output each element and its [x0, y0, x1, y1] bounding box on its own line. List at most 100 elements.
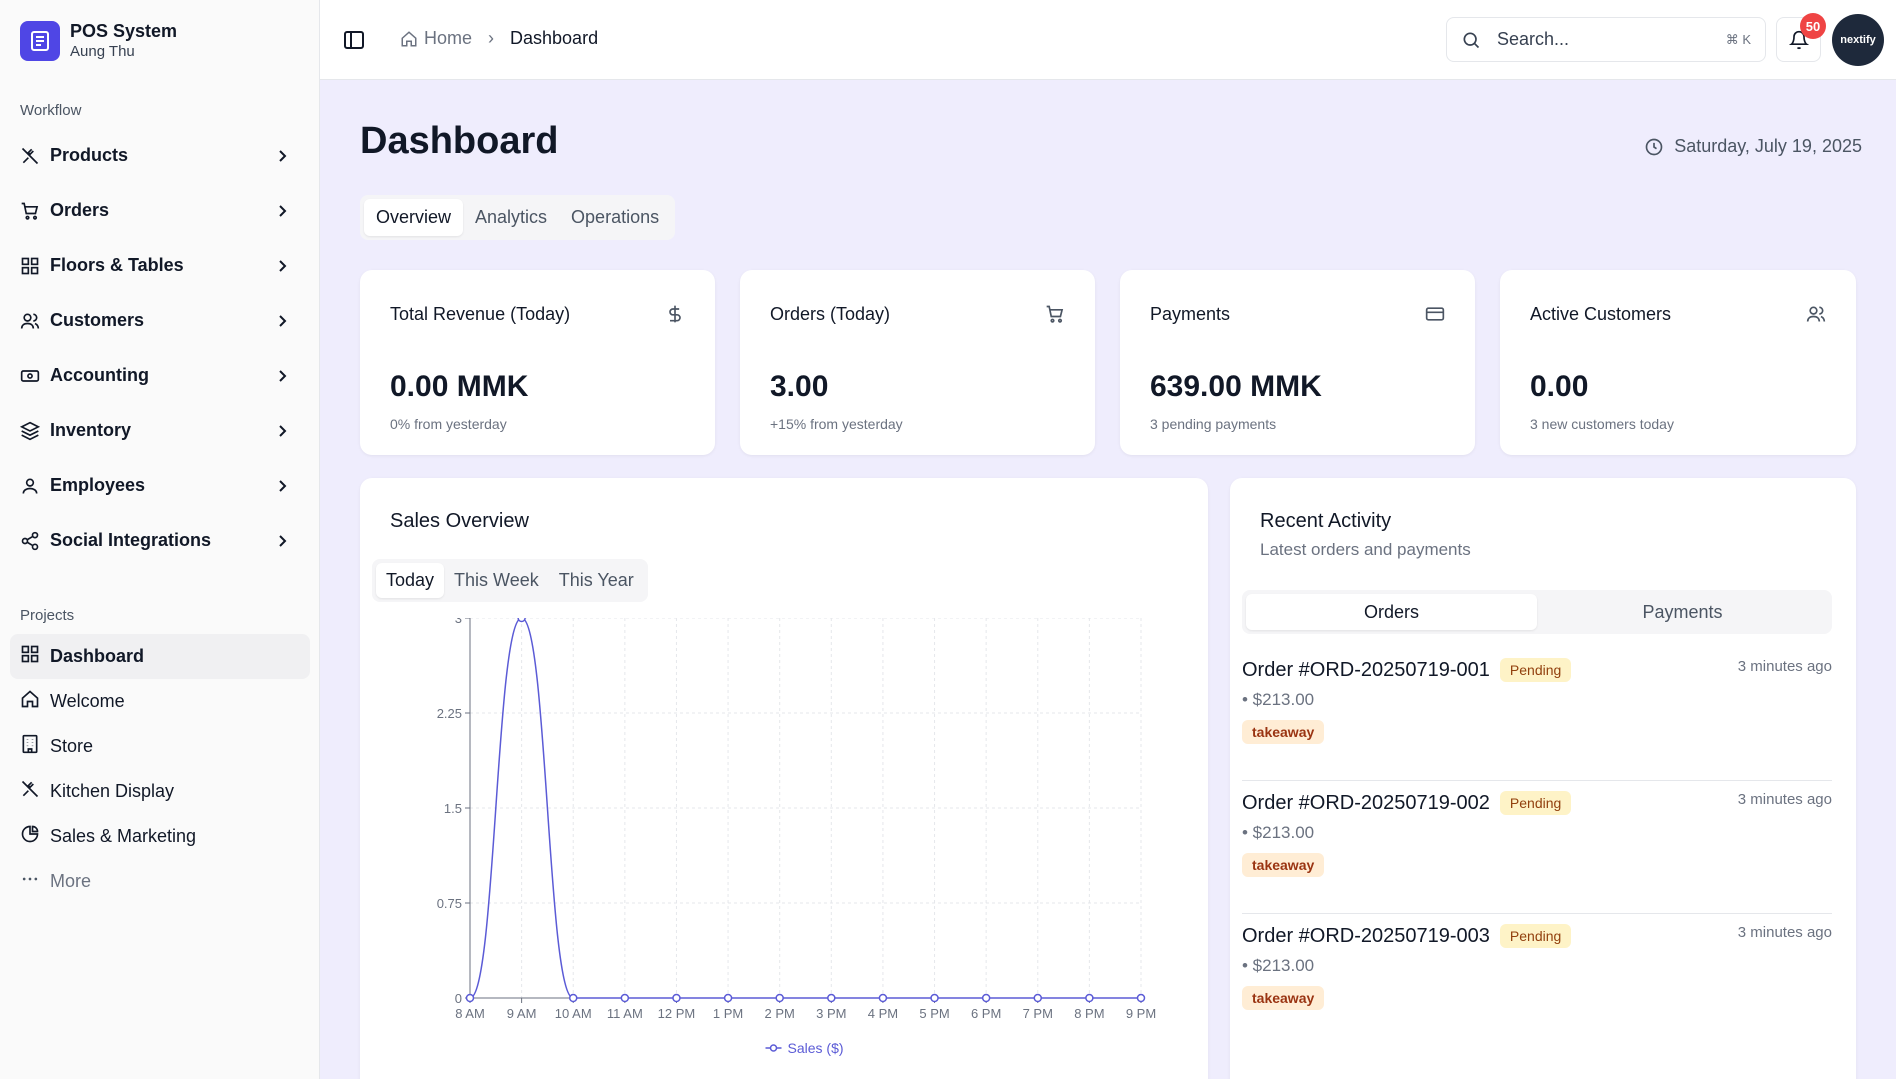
- sidebar-item-employees[interactable]: Employees: [10, 458, 310, 513]
- x-tick-label: 12 PM: [658, 1006, 696, 1021]
- dashboard-tabs: Overview Analytics Operations: [360, 195, 676, 240]
- data-point: [723, 993, 733, 1003]
- current-date: Saturday, July 19, 2025: [1644, 136, 1862, 157]
- sidebar-item-products[interactable]: Products: [10, 128, 310, 183]
- data-point: [620, 993, 630, 1003]
- list-item[interactable]: Order #ORD-20250719-003 Pending 3 minute…: [1242, 914, 1832, 1047]
- order-amount: • $213.00: [1242, 690, 1315, 709]
- y-tick-label: 1.5: [444, 801, 462, 816]
- sidebar-item-dashboard[interactable]: Dashboard: [10, 634, 310, 679]
- tab-overview[interactable]: Overview: [364, 199, 464, 236]
- data-point: [465, 993, 475, 1003]
- sidebar-toggle-icon[interactable]: [342, 28, 366, 52]
- recent-activity-card: Recent Activity Latest orders and paymen…: [1230, 478, 1856, 1079]
- stat-card-orders: Orders (Today) 3.00 +15% from yesterday: [740, 270, 1095, 455]
- sidebar-item-kitchen-display[interactable]: Kitchen Display: [10, 769, 310, 814]
- data-point: [775, 993, 784, 1003]
- sidebar-item-customers[interactable]: Customers: [10, 293, 310, 348]
- order-id: Order #ORD-20250719-001: [1242, 658, 1490, 681]
- sidebar-item-label: Accounting: [50, 365, 149, 385]
- stat-title: Active Customers: [1530, 304, 1672, 324]
- status-badge: Pending: [1499, 791, 1572, 815]
- tab-today[interactable]: Today: [376, 563, 445, 598]
- cart-icon: [1046, 305, 1064, 323]
- y-tick-label: 0: [455, 991, 462, 1006]
- search-icon: [1463, 32, 1480, 48]
- breadcrumb-home[interactable]: Home: [424, 28, 472, 49]
- stat-subtext: +15% from yesterday: [770, 416, 903, 432]
- avatar[interactable]: nextify: [1832, 14, 1884, 66]
- stat-value: 0.00 MMK: [390, 370, 529, 403]
- sales-chart: 0 0.75 1.5 2.25 3 8 AM 9 AM 10 AM 11 AM 12 PM 1 PM…: [437, 618, 1156, 1056]
- sidebar-item-sales-marketing[interactable]: Sales & Marketing: [10, 814, 310, 859]
- x-tick-label: 3 PM: [816, 1006, 846, 1021]
- data-point: [1136, 993, 1146, 1003]
- chevron-right-icon: [279, 149, 287, 162]
- data-point: [1085, 993, 1094, 1003]
- dollar-icon: [669, 305, 681, 323]
- tab-analytics[interactable]: Analytics: [463, 199, 559, 236]
- stat-title: Total Revenue (Today): [390, 304, 571, 324]
- chevron-right-icon: [279, 534, 287, 547]
- legend-marker: [769, 1044, 778, 1052]
- chevron-right-icon: [279, 479, 287, 492]
- list-item[interactable]: Order #ORD-20250719-002 Pending 3 minute…: [1242, 781, 1832, 914]
- chevron-right-icon: [279, 424, 287, 437]
- users-icon: [1806, 306, 1826, 322]
- stat-value: 3.00: [770, 370, 829, 403]
- chevron-right-icon: [279, 204, 287, 217]
- main-content: Dashboard Saturday, July 19, 2025 Overvi…: [320, 80, 1896, 1079]
- tab-this-year[interactable]: This Year: [549, 563, 644, 598]
- x-tick-label: 2 PM: [765, 1006, 795, 1021]
- sales-overview-card: Sales Overview Today This Week This Year…: [360, 478, 1208, 1079]
- home-icon: [20, 689, 40, 714]
- tab-payments[interactable]: Payments: [1537, 594, 1828, 630]
- sidebar-item-social-integrations[interactable]: Social Integrations: [10, 513, 310, 568]
- sidebar-item-more[interactable]: More: [10, 859, 310, 904]
- stat-title: Payments: [1150, 304, 1231, 324]
- layers-icon: [20, 421, 40, 441]
- x-tick-label: 1 PM: [713, 1006, 743, 1021]
- sidebar-item-floors-tables[interactable]: Floors & Tables: [10, 238, 310, 293]
- sidebar-item-label: Inventory: [50, 420, 132, 440]
- brand[interactable]: POS System Aung Thu: [20, 20, 177, 62]
- sales-overview-title: Sales Overview: [390, 510, 529, 532]
- order-amount: • $213.00: [1242, 823, 1315, 842]
- x-tick-label: 8 PM: [1074, 1006, 1104, 1021]
- stat-card-payments: Payments 639.00 MMK 3 pending payments: [1120, 270, 1475, 455]
- y-tick-label: 2.25: [437, 706, 462, 721]
- tab-this-week[interactable]: This Week: [444, 563, 549, 598]
- sidebar-item-label: Floors & Tables: [50, 255, 184, 275]
- chevron-right-icon: [279, 259, 287, 272]
- list-item[interactable]: Order #ORD-20250719-001 Pending 3 minute…: [1242, 648, 1832, 781]
- chevron-right-icon: ›: [488, 28, 495, 48]
- data-point: [1033, 993, 1043, 1003]
- sidebar-item-welcome[interactable]: Welcome: [10, 679, 310, 724]
- utensils-icon: [20, 146, 40, 166]
- search-input[interactable]: Search... ⌘ K: [1446, 17, 1766, 62]
- stat-subtext: 0% from yesterday: [390, 416, 507, 432]
- sidebar-item-orders[interactable]: Orders: [10, 183, 310, 238]
- period-tabs: Today This Week This Year: [372, 559, 648, 602]
- x-tick-label: 5 PM: [919, 1006, 949, 1021]
- x-tick-label: 9 AM: [507, 1006, 537, 1021]
- sidebar-item-accounting[interactable]: Accounting: [10, 348, 310, 403]
- workflow-nav: Products Orders Floors & Tables Customer…: [10, 128, 310, 568]
- y-tick-label: 0.75: [437, 896, 462, 911]
- sidebar-item-store[interactable]: Store: [10, 724, 310, 769]
- notification-badge: 50: [1800, 13, 1826, 39]
- topbar: Home › Dashboard Search... ⌘ K 50 nextif…: [320, 0, 1896, 80]
- sidebar-item-inventory[interactable]: Inventory: [10, 403, 310, 458]
- data-point: [672, 993, 681, 1003]
- status-badge: Pending: [1499, 658, 1572, 682]
- tab-orders[interactable]: Orders: [1246, 594, 1537, 630]
- building-icon: [20, 734, 40, 759]
- data-point: [517, 618, 526, 623]
- sidebar-item-label: Welcome: [50, 691, 125, 711]
- chevron-right-icon: [279, 314, 287, 327]
- date-text: Saturday, July 19, 2025: [1674, 136, 1862, 156]
- data-point: [568, 993, 578, 1003]
- stat-subtext: 3 pending payments: [1150, 416, 1277, 432]
- tab-operations[interactable]: Operations: [559, 199, 671, 236]
- grid-icon: [20, 256, 40, 276]
